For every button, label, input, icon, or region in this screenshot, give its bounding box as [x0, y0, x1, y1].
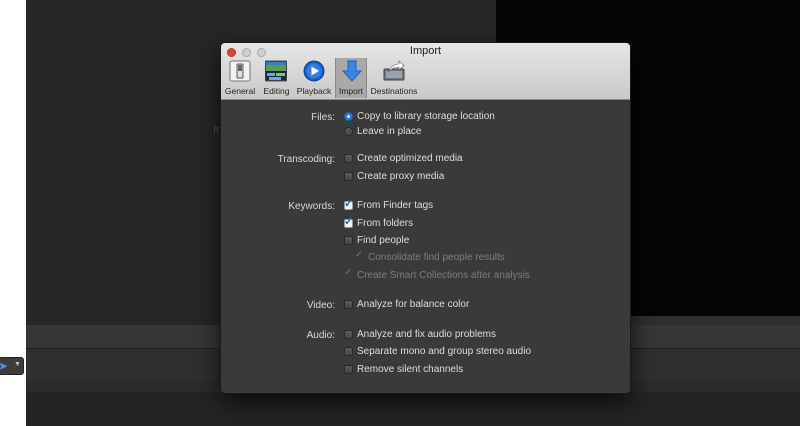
tab-playback[interactable]: Playback — [294, 58, 334, 98]
editing-timeline-icon — [265, 60, 287, 82]
tool-select-dropdown[interactable]: ➤ ▼ — [0, 357, 24, 375]
dialog-title: Import — [409, 45, 442, 57]
option-label: From folders — [357, 218, 414, 229]
files-label: Files: — [311, 112, 335, 123]
option-label: Create proxy media — [357, 171, 445, 182]
keywords-row-find-people: Find people — [221, 235, 630, 249]
copy-to-library-radio[interactable] — [344, 112, 353, 121]
option-label: From Finder tags — [357, 200, 434, 211]
option-label: Copy to library storage location — [357, 111, 495, 122]
title-bar: Import General Editing Playback Import D… — [221, 43, 630, 100]
create-optimized-media-checkbox[interactable] — [344, 154, 353, 163]
keywords-row-finder-tags: Keywords: From Finder tags — [221, 197, 630, 214]
from-folders-checkbox[interactable] — [344, 215, 353, 228]
create-proxy-media-checkbox[interactable] — [344, 172, 353, 181]
audio-label: Audio: — [306, 330, 335, 341]
analyze-fix-audio-checkbox[interactable] — [344, 330, 353, 339]
general-switch-icon — [229, 60, 251, 82]
video-label: Video: — [306, 300, 335, 311]
files-row-leave: Leave in place — [221, 126, 630, 140]
option-label: Create optimized media — [357, 153, 463, 164]
leave-in-place-radio[interactable] — [344, 127, 353, 136]
separate-mono-checkbox[interactable] — [344, 347, 353, 356]
select-arrow-icon: ➤ — [0, 359, 9, 373]
remove-silent-channels-checkbox[interactable] — [344, 365, 353, 374]
audio-row-remove-silent: Remove silent channels — [221, 364, 630, 378]
tab-editing[interactable]: Editing — [259, 58, 294, 98]
option-label: Leave in place — [357, 126, 422, 137]
audio-row-separate-mono: Separate mono and group stereo audio — [221, 346, 630, 360]
transcoding-row-proxy: Create proxy media — [221, 171, 630, 185]
analyze-balance-color-checkbox[interactable] — [344, 300, 353, 309]
option-label: Separate mono and group stereo audio — [357, 346, 532, 357]
option-label: Remove silent channels — [357, 364, 464, 375]
chevron-down-icon: ▼ — [14, 361, 21, 368]
import-preferences-dialog: Import General Editing Playback Import D… — [220, 42, 631, 394]
tab-label: Destinations — [370, 86, 418, 96]
tab-label: Editing — [263, 86, 290, 96]
tab-label: Playback — [296, 86, 332, 96]
option-label: Analyze and fix audio problems — [357, 329, 496, 340]
option-label: Analyze for balance color — [357, 299, 470, 310]
tab-label: General — [224, 86, 256, 96]
timeline-area — [26, 392, 800, 426]
tab-import[interactable]: Import — [335, 58, 367, 98]
video-row-balance-color: Video: Analyze for balance color — [221, 299, 630, 313]
option-label: Consolidate find people results — [368, 252, 505, 263]
transcoding-row-optimized: Transcoding: Create optimized media — [221, 153, 630, 167]
create-smart-collections-checkbox — [344, 267, 353, 280]
tab-general[interactable]: General — [224, 58, 256, 98]
browser-text-fragment: Ir — [213, 124, 220, 136]
option-label: Create Smart Collections after analysis — [357, 270, 530, 281]
keywords-row-smart-collections: Create Smart Collections after analysis — [221, 267, 630, 284]
playback-play-icon — [303, 60, 325, 82]
destinations-share-icon — [383, 60, 405, 81]
keywords-row-folders: From folders — [221, 215, 630, 232]
audio-row-fix-problems: Audio: Analyze and fix audio problems — [221, 329, 630, 343]
keywords-row-consolidate: Consolidate find people results — [221, 249, 630, 266]
files-row-copy: Files: Copy to library storage location — [221, 111, 630, 125]
from-finder-tags-checkbox[interactable] — [344, 197, 353, 210]
import-arrow-icon — [341, 60, 363, 82]
keywords-label: Keywords: — [288, 201, 335, 212]
transcoding-label: Transcoding: — [277, 154, 335, 165]
option-label: Find people — [357, 235, 410, 246]
tab-destinations[interactable]: Destinations — [368, 58, 420, 98]
tab-label: Import — [338, 86, 364, 96]
consolidate-results-checkbox — [355, 249, 364, 262]
find-people-checkbox[interactable] — [344, 236, 353, 245]
